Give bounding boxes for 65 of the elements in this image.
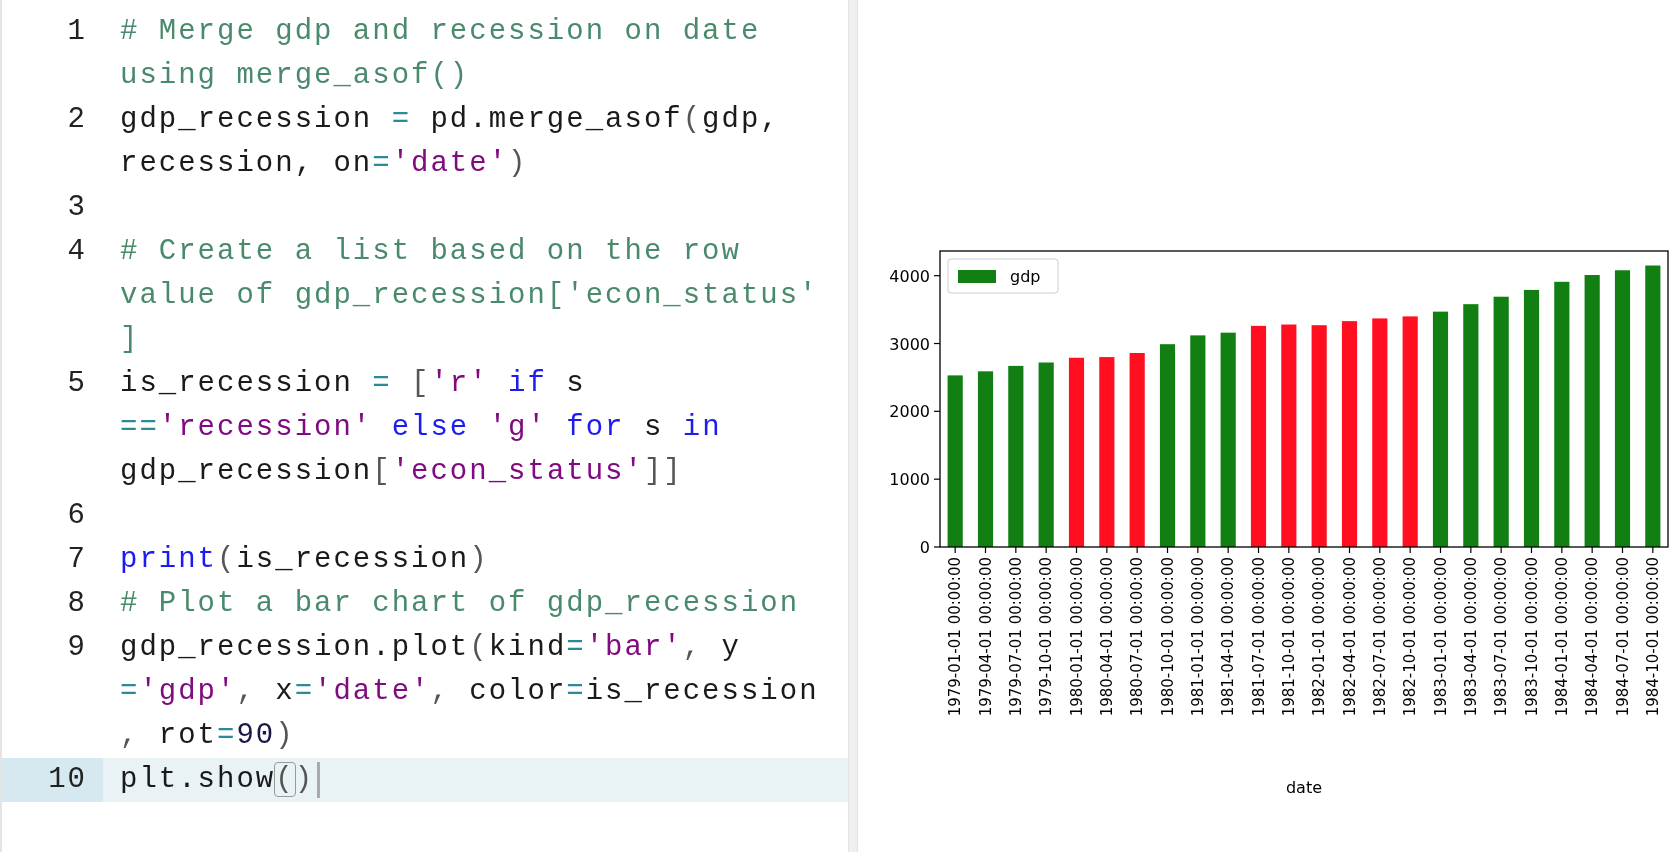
x-tick: 1981-07-01 00:00:00 [1249, 546, 1268, 717]
code-text: gdp_recession.plot(kind='bar', y [120, 630, 741, 666]
y-tick-label: 4000 [889, 266, 930, 286]
legend-label: gdp [1010, 267, 1041, 286]
line-number: 1 [67, 14, 87, 50]
y-tick: 0 [919, 538, 941, 557]
line-number: 9 [67, 630, 87, 666]
x-tick: 1983-04-01 00:00:00 [1461, 546, 1480, 717]
code-text: , rot=90) [120, 718, 295, 754]
x-tick: 1984-01-01 00:00:00 [1552, 546, 1571, 717]
x-tick: 1984-07-01 00:00:00 [1613, 546, 1632, 717]
y-tick-label: 1000 [889, 470, 930, 490]
y-tick: 2000 [889, 402, 941, 422]
x-tick: 1979-10-01 00:00:00 [1037, 546, 1056, 717]
line-number: 2 [67, 102, 87, 138]
y-tick: 1000 [889, 470, 941, 490]
x-tick: 1979-01-01 00:00:00 [946, 546, 965, 717]
x-tick: 1979-04-01 00:00:00 [976, 546, 995, 717]
code-text: recession, on='date') [120, 146, 528, 182]
x-tick: 1982-01-01 00:00:00 [1310, 546, 1329, 717]
y-tick: 3000 [889, 334, 941, 354]
x-tick: 1981-01-01 00:00:00 [1188, 546, 1207, 717]
code-text: is_recession = ['r' if s [120, 366, 586, 402]
code-text: gdp_recession['econ_status']] [120, 454, 683, 490]
line-number: 3 [67, 190, 87, 226]
code-text: using merge_asof() [120, 58, 470, 94]
code-text: # Merge gdp and recession on date [120, 14, 761, 50]
code-text: gdp_recession = pd.merge_asof(gdp, [120, 102, 780, 138]
line-number: 10 [48, 762, 87, 798]
code-text: # Plot a bar chart of gdp_recession [120, 586, 800, 622]
x-tick: 1980-10-01 00:00:00 [1158, 546, 1177, 717]
x-tick: 1979-07-01 00:00:00 [1006, 546, 1025, 717]
x-tick: 1983-01-01 00:00:00 [1431, 546, 1450, 717]
x-tick: 1981-10-01 00:00:00 [1279, 546, 1298, 717]
x-tick: 1981-04-01 00:00:00 [1219, 546, 1238, 717]
x-tick: 1980-04-01 00:00:00 [1097, 546, 1116, 717]
chart-legend: gdp [947, 258, 1059, 294]
y-tick-label: 2000 [889, 402, 930, 422]
x-tick: 1983-10-01 00:00:00 [1522, 546, 1541, 717]
code-text: value of gdp_recession['econ_status' [120, 278, 819, 314]
line-number: 6 [67, 498, 87, 534]
x-tick: 1980-07-01 00:00:00 [1128, 546, 1147, 717]
line-number: 4 [67, 234, 87, 270]
y-tick: 4000 [889, 266, 941, 286]
code-text: ='gdp', x='date', color=is_recession [120, 674, 819, 710]
y-tick-label: 0 [919, 538, 930, 557]
x-tick: 1984-04-01 00:00:00 [1583, 546, 1602, 717]
x-tick: 1982-07-01 00:00:00 [1370, 546, 1389, 717]
x-tick: 1982-04-01 00:00:00 [1340, 546, 1359, 717]
code-text: ] [120, 322, 140, 358]
y-tick-label: 3000 [889, 334, 930, 354]
text-cursor [317, 762, 321, 798]
code-editor[interactable] [0, 0, 848, 852]
x-tick: 1983-07-01 00:00:00 [1492, 546, 1511, 717]
line-number: 5 [67, 366, 87, 402]
x-tick: 1980-01-01 00:00:00 [1067, 546, 1086, 717]
code-text: print(is_recession) [120, 542, 489, 578]
line-number: 7 [67, 542, 87, 578]
code-text: plt.show() [120, 762, 315, 798]
x-tick: 1982-10-01 00:00:00 [1401, 546, 1420, 717]
x-tick: 1984-10-01 00:00:00 [1643, 546, 1662, 717]
code-text: =='recession' else 'g' for s in [120, 410, 722, 446]
line-number: 8 [67, 586, 87, 622]
code-text: # Create a list based on the row [120, 234, 741, 270]
x-axis-label: date [1285, 778, 1323, 797]
